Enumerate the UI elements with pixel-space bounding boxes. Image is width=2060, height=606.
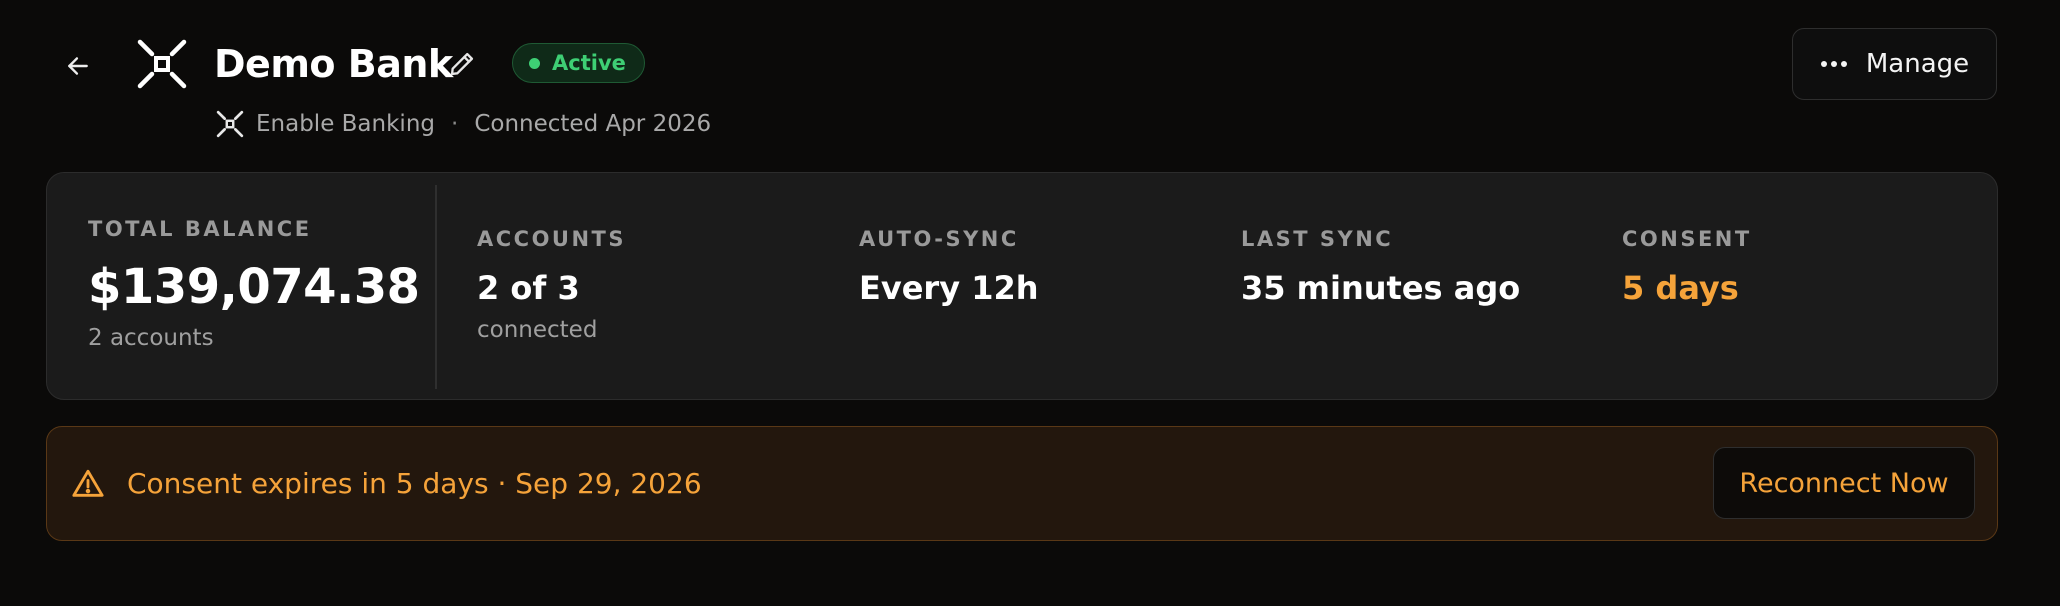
stat-label: TOTAL BALANCE xyxy=(88,217,312,241)
stats-card: TOTAL BALANCE $139,074.38 2 accounts ACC… xyxy=(46,172,1998,400)
stat-label: AUTO-SYNC xyxy=(859,227,1019,251)
page-title: Demo Bank xyxy=(214,42,453,86)
enable-banking-logo-icon xyxy=(216,110,244,138)
accounts-sub: connected xyxy=(477,317,598,343)
manage-button[interactable]: Manage xyxy=(1792,28,1997,100)
stat-label: CONSENT xyxy=(1622,227,1752,251)
auto-sync-value: Every 12h xyxy=(859,269,1039,307)
last-sync-value: 35 minutes ago xyxy=(1241,269,1521,307)
bank-connection-page: Demo Bank Active Enable Banking · Connec… xyxy=(0,0,2060,606)
consent-alert: Consent expires in 5 days · Sep 29, 2026… xyxy=(46,426,1998,541)
status-badge: Active xyxy=(512,43,645,83)
reconnect-now-button[interactable]: Reconnect Now xyxy=(1713,447,1975,519)
enable-banking-logo-icon xyxy=(137,39,187,89)
stat-last-sync: LAST SYNC 35 minutes ago xyxy=(1241,227,1520,307)
stat-accounts: ACCOUNTS 2 of 3 connected xyxy=(477,227,626,343)
accounts-value: 2 of 3 xyxy=(477,269,580,307)
more-horizontal-icon xyxy=(1820,61,1847,67)
total-balance-value: $139,074.38 xyxy=(88,259,420,315)
stat-auto-sync: AUTO-SYNC Every 12h xyxy=(859,227,1039,307)
stat-consent: CONSENT 5 days xyxy=(1622,227,1752,307)
arrow-left-icon xyxy=(68,57,88,75)
status-label: Active xyxy=(552,51,626,75)
warning-triangle-icon xyxy=(72,469,104,497)
alert-message: Consent expires in 5 days · Sep 29, 2026 xyxy=(127,466,702,500)
stat-label: ACCOUNTS xyxy=(477,227,627,251)
provider-info: Enable Banking · Connected Apr 2026 xyxy=(216,108,711,140)
divider xyxy=(435,185,437,389)
edit-name-button[interactable] xyxy=(444,46,480,82)
status-dot xyxy=(529,57,540,69)
pencil-icon xyxy=(450,52,474,76)
provider-name: Enable Banking xyxy=(256,111,435,137)
manage-label: Manage xyxy=(1865,49,1970,79)
consent-value: 5 days xyxy=(1622,269,1739,307)
stat-total-balance: TOTAL BALANCE $139,074.38 2 accounts xyxy=(88,217,420,351)
accounts-count: 2 accounts xyxy=(88,325,214,351)
stat-label: LAST SYNC xyxy=(1241,227,1394,251)
separator: · xyxy=(451,111,459,137)
back-button[interactable] xyxy=(56,44,100,88)
connected-date: Connected Apr 2026 xyxy=(474,111,712,137)
